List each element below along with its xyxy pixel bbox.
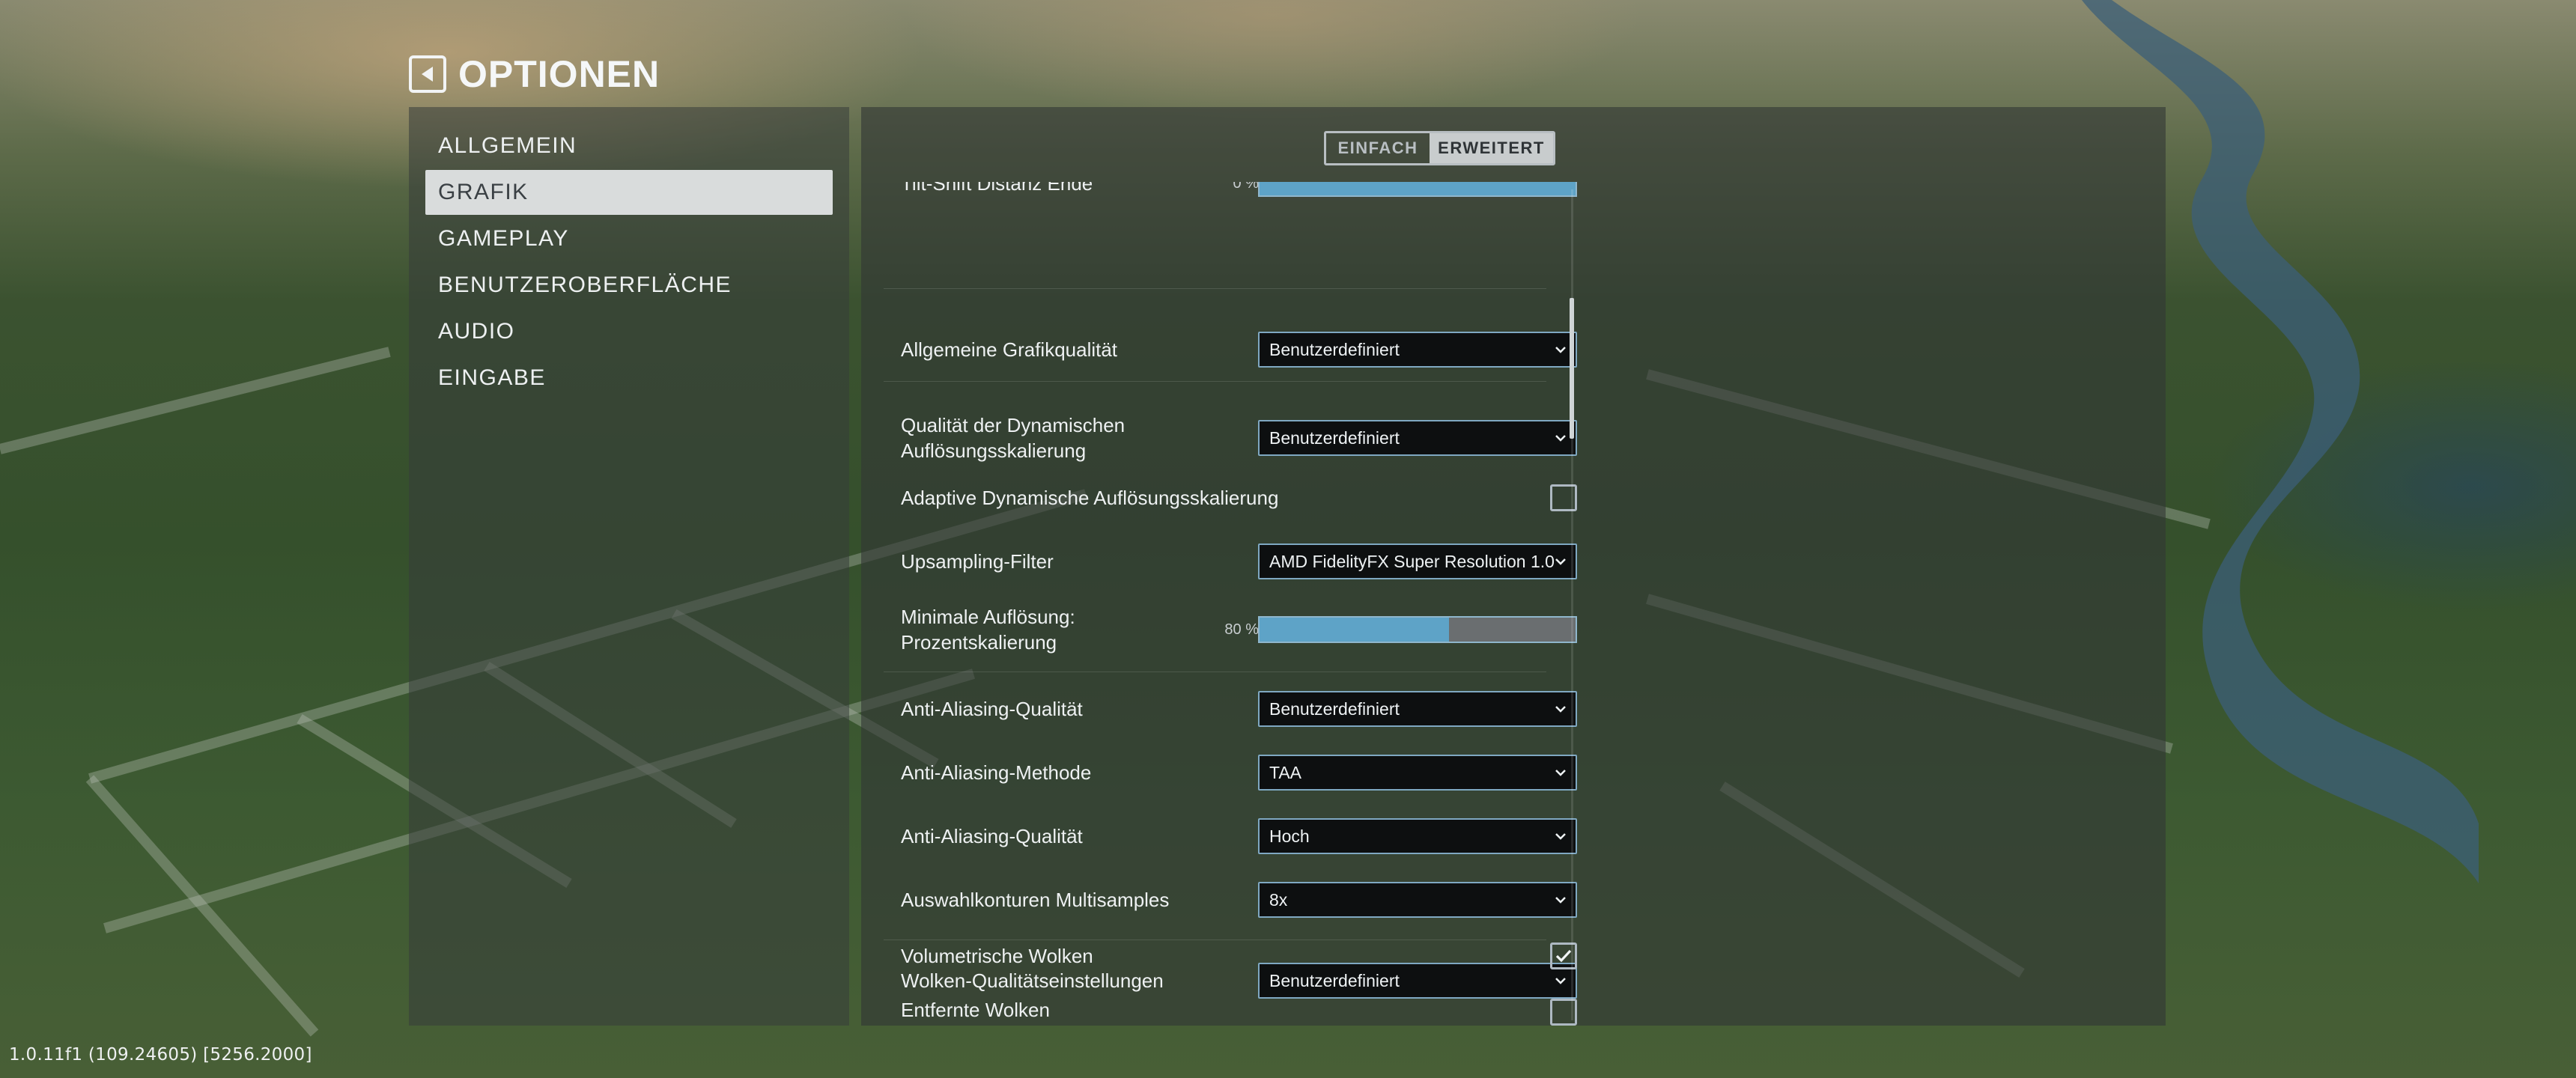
setting-value-text: 0 % [1233,182,1259,192]
setting-row-adaptive-dynres: Adaptive Dynamische Auflösungsskalierung [901,480,1577,516]
chevron-down-icon [1555,897,1566,904]
chevron-down-icon [1555,706,1566,713]
setting-row-general-quality: Allgemeine Grafikqualität Benutzerdefini… [901,332,1577,368]
mode-simple-button[interactable]: EINFACH [1326,133,1430,163]
slider-value-text: 80 % [1224,621,1259,638]
aa-quality-dropdown[interactable]: Hoch [1258,818,1577,854]
setting-label: Tilt-Shift Distanz Ende [901,182,1093,195]
divider [884,381,1546,382]
setting-row-aa-method: Anti-Aliasing-Methode TAA [901,755,1577,791]
setting-row-distant-clouds: Entfernte Wolken [901,999,1577,1026]
tiltshift-slider[interactable] [1258,182,1577,197]
setting-label: Anti-Aliasing-Methode [901,761,1092,784]
page-header: OPTIONEN [409,52,660,96]
setting-row-dynres-quality: Qualität der Dynamischen Auflösungsskali… [901,412,1577,463]
min-resolution-slider[interactable] [1258,616,1577,643]
version-label: 1.0.11f1 (109.24605) [5256.2000] [9,1045,312,1065]
setting-row-upsampling: Upsampling-Filter AMD FidelityFX Super R… [901,543,1577,579]
setting-label: Minimale Auflösung: Prozentskalierung [901,606,1075,654]
dropdown-value: AMD FidelityFX Super Resolution 1.0 [1269,551,1555,571]
mode-toggle: EINFACH ERWEITERT [1324,131,1555,165]
dropdown-value: Hoch [1269,826,1310,846]
chevron-down-icon [1555,435,1566,442]
setting-label: Allgemeine Grafikqualität [901,338,1118,361]
chevron-down-icon [1555,770,1566,776]
back-button[interactable] [409,55,446,93]
checkmark-icon [1555,949,1572,963]
setting-row-tiltshift: Tilt-Shift Distanz Ende 0 % [901,182,1577,201]
dropdown-value: Benutzerdefiniert [1269,427,1400,448]
chevron-left-icon [422,67,433,82]
settings-list[interactable]: Tilt-Shift Distanz Ende 0 % Allgemeine G… [861,182,1584,1020]
options-category-nav: ALLGEMEIN GRAFIK GAMEPLAY BENUTZEROBERFL… [409,107,849,1026]
setting-label: Volumetrische Wolken [901,945,1093,967]
setting-row-aa-quality-preset: Anti-Aliasing-Qualität Benutzerdefiniert [901,691,1577,727]
setting-label: Upsampling-Filter [901,550,1054,573]
setting-row-aa-quality: Anti-Aliasing-Qualität Hoch [901,818,1577,854]
chevron-down-icon [1555,558,1566,565]
setting-row-min-resolution: Minimale Auflösung: Prozentskalierung 80… [901,601,1577,658]
setting-label: Entfernte Wolken [901,999,1050,1021]
page-title: OPTIONEN [458,53,660,95]
chevron-down-icon [1555,978,1566,984]
setting-label: Qualität der Dynamischen Auflösungsskali… [901,414,1126,462]
upsampling-dropdown[interactable]: AMD FidelityFX Super Resolution 1.0 [1258,543,1577,579]
nav-item-grafik[interactable]: GRAFIK [425,170,833,215]
dropdown-value: TAA [1269,762,1302,782]
dropdown-value: Benutzerdefiniert [1269,339,1400,359]
aa-method-dropdown[interactable]: TAA [1258,755,1577,791]
nav-item-gameplay[interactable]: GAMEPLAY [425,216,833,261]
setting-label: Auswahlkonturen Multisamples [901,889,1170,911]
graphics-settings-panel: EINFACH ERWEITERT Tilt-Shift Distanz End… [861,107,2166,1026]
nav-item-eingabe[interactable]: EINGABE [425,356,833,401]
divider [884,288,1546,289]
dropdown-value: 8x [1269,889,1288,910]
general-quality-dropdown[interactable]: Benutzerdefiniert [1258,332,1577,368]
setting-label: Anti-Aliasing-Qualität [901,825,1083,847]
nav-item-benutzeroberflaeche[interactable]: BENUTZEROBERFLÄCHE [425,263,833,308]
setting-row-outline-msaa: Auswahlkonturen Multisamples 8x [901,882,1577,918]
setting-label: Anti-Aliasing-Qualität [901,698,1083,720]
mode-advanced-button[interactable]: ERWEITERT [1430,133,1553,163]
chevron-down-icon [1555,347,1566,353]
scrollbar-thumb[interactable] [1570,298,1574,439]
setting-label: Adaptive Dynamische Auflösungsskalierung [901,487,1279,509]
chevron-down-icon [1555,833,1566,840]
slider-fill [1260,618,1450,642]
outline-msaa-dropdown[interactable]: 8x [1258,882,1577,918]
aa-quality-preset-dropdown[interactable]: Benutzerdefiniert [1258,691,1577,727]
dynres-quality-dropdown[interactable]: Benutzerdefiniert [1258,420,1577,456]
nav-item-allgemein[interactable]: ALLGEMEIN [425,124,833,168]
setting-row-volumetric-clouds: Volumetrische Wolken [901,938,1577,974]
nav-item-audio[interactable]: AUDIO [425,309,833,354]
dropdown-value: Benutzerdefiniert [1269,698,1400,719]
